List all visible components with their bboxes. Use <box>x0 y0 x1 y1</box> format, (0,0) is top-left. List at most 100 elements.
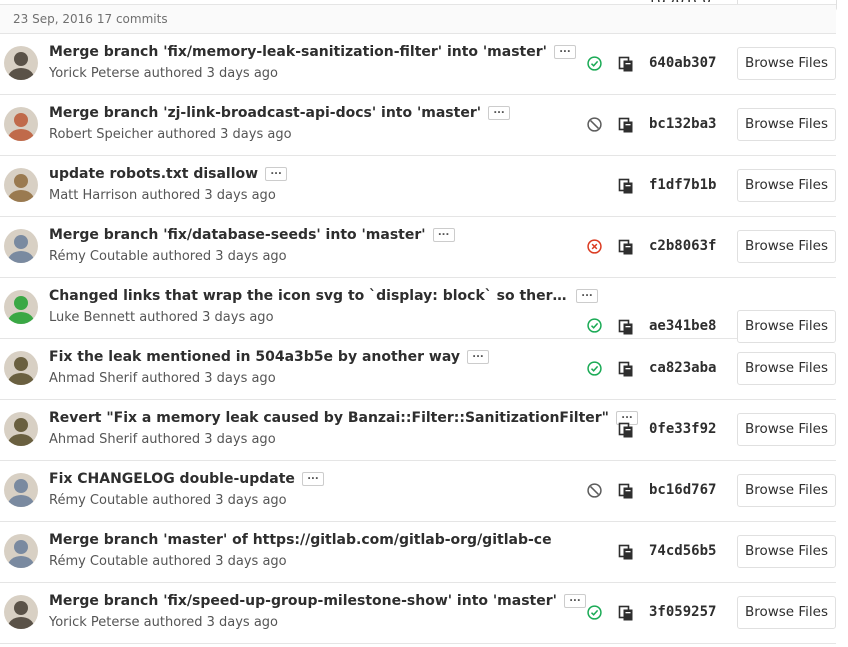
browse-files-button[interactable]: Browse Files <box>737 47 836 80</box>
commit-sha[interactable]: c2b8063f <box>649 238 716 254</box>
commit-list: Merge branch 'fix/memory-leak-sanitizati… <box>0 34 848 644</box>
commit-author[interactable]: Ahmad Sherif <box>49 432 137 447</box>
clipboard-icon[interactable] <box>618 422 634 438</box>
browse-files-button[interactable]: Browse Files <box>737 413 836 446</box>
commit-title-line: Merge branch 'fix/memory-leak-sanitizati… <box>49 44 576 60</box>
commit-sha[interactable]: ca823aba <box>649 360 716 376</box>
commit-row: Merge branch 'fix/memory-leak-sanitizati… <box>0 34 836 95</box>
clipboard-icon[interactable] <box>618 319 634 335</box>
author-avatar[interactable] <box>4 46 38 80</box>
toggle-description-button[interactable]: ... <box>488 106 511 120</box>
commit-author[interactable]: Rémy Coutable <box>49 249 148 264</box>
clipboard-icon[interactable] <box>618 117 634 133</box>
commit-row: Changed links that wrap the icon svg to … <box>0 278 836 343</box>
browse-files-button[interactable]: Browse Files <box>737 230 836 263</box>
commit-meta: Ahmad Sherif authored 3 days ago <box>49 432 276 447</box>
clipboard-icon[interactable] <box>618 605 634 621</box>
clipboard-icon[interactable] <box>618 178 634 194</box>
commit-sha[interactable]: 74cd56b5 <box>649 543 716 559</box>
check-circle-icon[interactable] <box>587 318 602 333</box>
commit-title-line: Merge branch 'zj-link-broadcast-api-docs… <box>49 105 511 121</box>
commit-sha[interactable]: 3f059257 <box>649 604 716 620</box>
commit-row: Merge branch 'master' of https://gitlab.… <box>0 522 836 583</box>
clipboard-icon[interactable] <box>618 56 634 72</box>
clipboard-icon[interactable] <box>618 544 634 560</box>
author-avatar[interactable] <box>4 351 38 385</box>
commit-title[interactable]: Merge branch 'fix/database-seeds' into '… <box>49 227 426 243</box>
commit-row: Fix the leak mentioned in 504a3b5e by an… <box>0 339 836 400</box>
commit-row: Merge branch 'zj-link-broadcast-api-docs… <box>0 95 836 156</box>
commit-meta: Rémy Coutable authored 3 days ago <box>49 493 287 508</box>
commit-title[interactable]: Merge branch 'zj-link-broadcast-api-docs… <box>49 105 481 121</box>
commit-sha[interactable]: ae341be8 <box>649 318 716 334</box>
commit-author[interactable]: Robert Speicher <box>49 127 153 142</box>
browse-files-button[interactable]: Browse Files <box>737 352 836 385</box>
clipboard-icon[interactable] <box>618 239 634 255</box>
clipboard-icon[interactable] <box>618 361 634 377</box>
canceled-circle-icon[interactable] <box>587 483 602 498</box>
toggle-description-button[interactable]: ... <box>576 289 598 303</box>
commit-author[interactable]: Luke Bennett <box>49 310 135 325</box>
author-avatar[interactable] <box>4 534 38 568</box>
commit-title[interactable]: Merge branch 'fix/speed-up-group-milesto… <box>49 593 557 609</box>
author-avatar[interactable] <box>4 229 38 263</box>
browse-files-button[interactable]: Browse Files <box>737 596 836 629</box>
commit-title-line: Revert "Fix a memory leak caused by Banz… <box>49 410 638 426</box>
toggle-description-button[interactable]: ... <box>432 228 455 242</box>
commit-sha[interactable]: f1df7b1b <box>649 177 716 193</box>
commit-sha[interactable]: 0fe33f92 <box>649 421 716 437</box>
author-avatar[interactable] <box>4 412 38 446</box>
author-avatar[interactable] <box>4 290 38 324</box>
clipboard-icon[interactable] <box>618 483 634 499</box>
check-circle-icon[interactable] <box>587 361 602 376</box>
canceled-circle-icon[interactable] <box>587 117 602 132</box>
day-commit-count: 17 commits <box>96 12 168 26</box>
commit-sha[interactable]: bc16d767 <box>649 482 716 498</box>
commit-title-line: Fix the leak mentioned in 504a3b5e by an… <box>49 349 489 365</box>
commit-author[interactable]: Rémy Coutable <box>49 554 148 569</box>
commit-title[interactable]: Revert "Fix a memory leak caused by Banz… <box>49 410 609 426</box>
commit-sha[interactable]: 640ab307 <box>649 55 716 71</box>
browse-files-button[interactable]: Browse Files <box>737 169 836 202</box>
commit-authored-time: authored 3 days ago <box>152 554 287 569</box>
commit-author[interactable]: Yorick Peterse <box>49 66 140 81</box>
commit-authored-time: authored 3 days ago <box>141 371 276 386</box>
x-circle-icon[interactable] <box>587 239 602 254</box>
toggle-description-button[interactable]: ... <box>301 472 324 486</box>
toggle-description-button[interactable]: ... <box>563 594 586 608</box>
commit-meta: Luke Bennett authored 3 days ago <box>49 310 274 325</box>
author-avatar[interactable] <box>4 107 38 141</box>
commit-row: Merge branch 'fix/database-seeds' into '… <box>0 217 836 278</box>
check-circle-icon[interactable] <box>587 605 602 620</box>
commit-title[interactable]: update robots.txt disallow <box>49 166 258 182</box>
commit-title[interactable]: Merge branch 'master' of https://gitlab.… <box>49 532 552 548</box>
browse-files-button[interactable]: Browse Files <box>737 474 836 507</box>
commit-title[interactable]: Merge branch 'fix/memory-leak-sanitizati… <box>49 44 547 60</box>
author-avatar[interactable] <box>4 595 38 629</box>
commit-author[interactable]: Rémy Coutable <box>49 493 148 508</box>
commit-title[interactable]: Fix CHANGELOG double-update <box>49 471 295 487</box>
commit-author[interactable]: Matt Harrison <box>49 188 137 203</box>
browse-files-button[interactable]: Browse Files <box>737 108 836 141</box>
toggle-description-button[interactable]: ... <box>553 45 576 59</box>
commit-title[interactable]: Fix the leak mentioned in 504a3b5e by an… <box>49 349 460 365</box>
commit-authored-time: authored 3 days ago <box>141 432 276 447</box>
commit-author[interactable]: Ahmad Sherif <box>49 371 137 386</box>
commit-meta: Robert Speicher authored 3 days ago <box>49 127 292 142</box>
commit-meta: Ahmad Sherif authored 3 days ago <box>49 371 276 386</box>
commit-author[interactable]: Yorick Peterse <box>49 615 140 630</box>
commit-meta: Matt Harrison authored 3 days ago <box>49 188 276 203</box>
commit-authored-time: authored 3 days ago <box>139 310 274 325</box>
commit-authored-time: authored 3 days ago <box>157 127 292 142</box>
commit-row: Merge branch 'fix/speed-up-group-milesto… <box>0 583 836 644</box>
commit-sha[interactable]: bc132ba3 <box>649 116 716 132</box>
browse-files-button[interactable]: Browse Files <box>737 535 836 568</box>
browse-files-button[interactable]: Browse Files <box>737 310 836 343</box>
author-avatar[interactable] <box>4 168 38 202</box>
toggle-description-button[interactable]: ... <box>265 167 288 181</box>
commit-title[interactable]: Changed links that wrap the icon svg to … <box>49 288 569 304</box>
previous-commit-sha: fd9b1e0 <box>648 0 720 2</box>
toggle-description-button[interactable]: ... <box>466 350 489 364</box>
check-circle-icon[interactable] <box>587 56 602 71</box>
author-avatar[interactable] <box>4 473 38 507</box>
